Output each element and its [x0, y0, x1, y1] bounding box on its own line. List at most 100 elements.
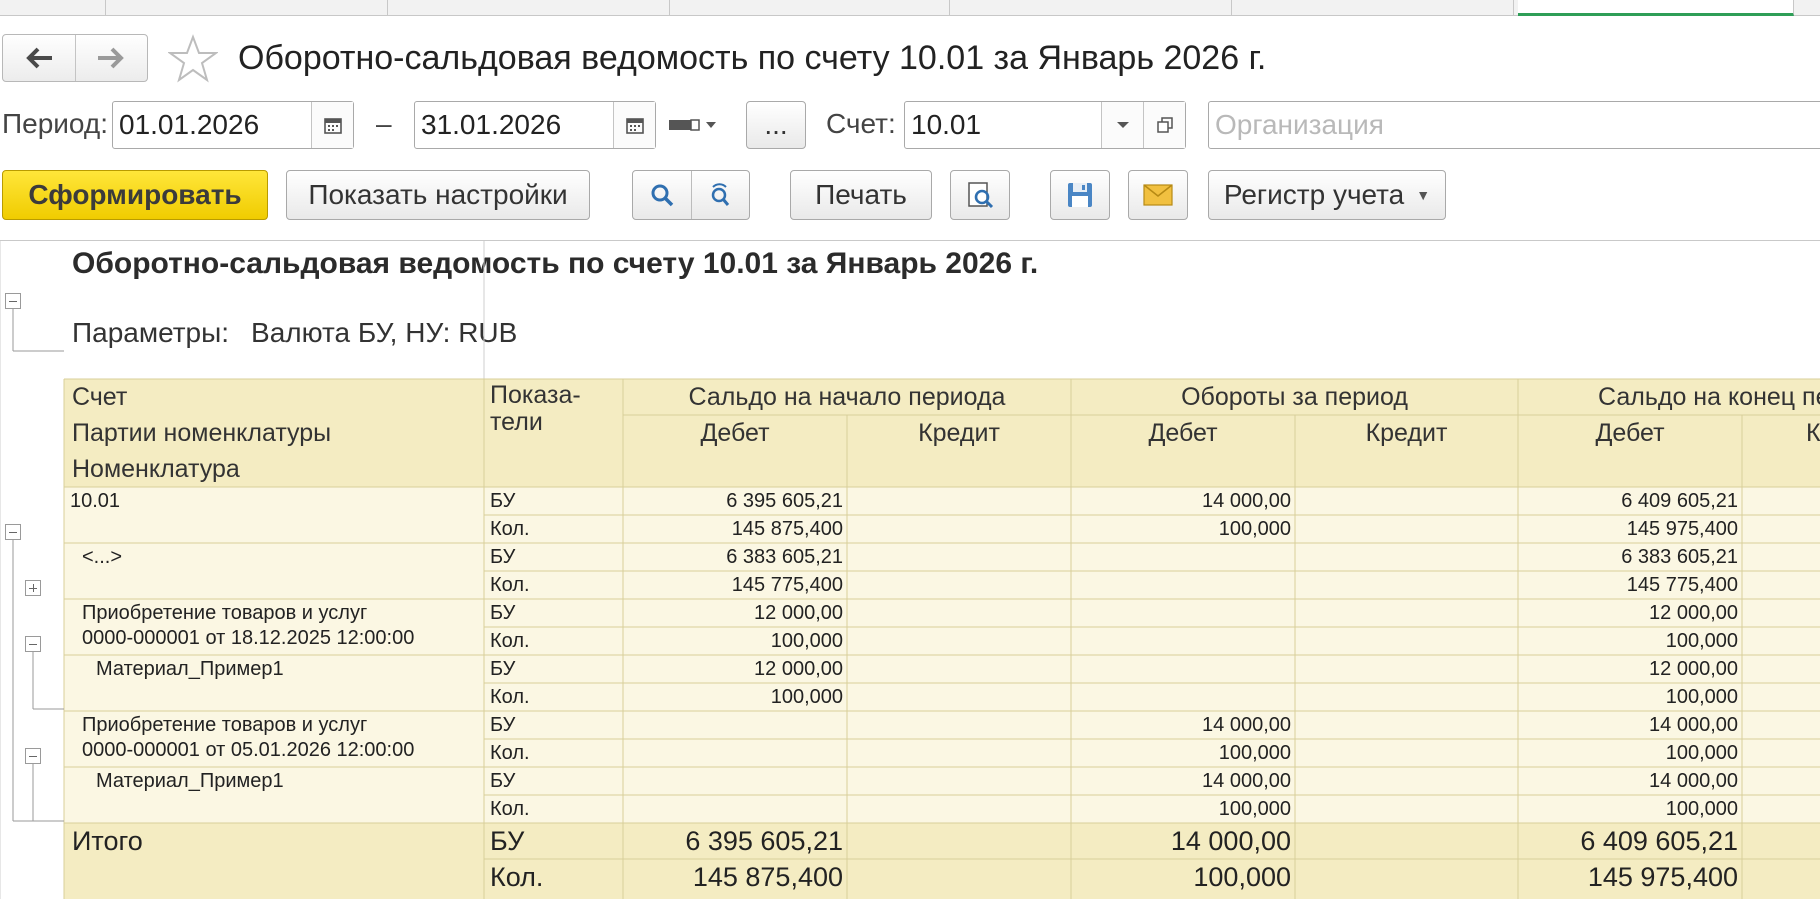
collapse-group-icon[interactable]	[5, 524, 21, 540]
window-tab-strip	[0, 0, 1820, 16]
row-name: Материал_Пример1	[96, 770, 284, 792]
row-name: Приобретение товаров и услуг	[82, 714, 368, 736]
header-debit: Дебет	[1148, 419, 1218, 447]
period-dash: –	[376, 108, 392, 139]
opening-debit-value: 6 383 605,21	[726, 546, 843, 568]
total-closing-debit: 6 409 605,21	[1580, 826, 1738, 856]
turnover-debit-value	[1071, 571, 1295, 599]
opening-debit-value	[623, 795, 847, 823]
total-indicator: Кол.	[490, 862, 544, 892]
period-select-button[interactable]: ...	[746, 101, 806, 149]
calendar-icon	[323, 118, 342, 134]
organization-field[interactable]: Организация	[1208, 101, 1820, 149]
chevron-down-icon: ▼	[1416, 187, 1431, 203]
opening-debit-value: 6 395 605,21	[726, 490, 843, 512]
turnover-debit-value: 14 000,00	[1202, 490, 1291, 512]
account-open-button[interactable]	[1143, 102, 1185, 148]
window-tab[interactable]	[388, 0, 670, 16]
window-tab[interactable]	[0, 0, 106, 16]
print-button[interactable]: Печать	[790, 170, 932, 220]
closing-debit-value: 6 383 605,21	[1621, 546, 1738, 568]
total-turnover-debit: 100,000	[1193, 862, 1291, 892]
total-turnover-debit: 14 000,00	[1170, 826, 1291, 856]
turnover-debit-value	[1071, 599, 1295, 627]
row-indicator: Кол.	[490, 686, 530, 708]
window-tab-active[interactable]	[1518, 0, 1794, 16]
window-tab[interactable]	[950, 0, 1232, 16]
collapse-header-icon[interactable]	[5, 293, 21, 309]
collapse-group-icon[interactable]	[25, 748, 41, 764]
window-tab[interactable]	[670, 0, 950, 16]
opening-debit-value: 145 875,400	[731, 518, 843, 540]
period-variant-dropdown[interactable]	[668, 112, 724, 138]
closing-debit-value: 6 409 605,21	[1621, 490, 1738, 512]
search-button[interactable]	[633, 171, 691, 219]
row-indicator: БУ	[490, 546, 516, 568]
arrow-left-icon	[25, 47, 52, 69]
collapse-group-icon[interactable]	[25, 636, 41, 652]
header-indicator: тели	[490, 408, 543, 436]
header-closing-balance: Сальдо на конец пе	[1598, 383, 1820, 411]
forward-button[interactable]	[74, 35, 148, 81]
turnover-debit-value	[1071, 543, 1295, 571]
floppy-disk-icon	[1068, 183, 1092, 207]
envelope-icon	[1143, 184, 1173, 206]
account-value[interactable]: 10.01	[905, 102, 1101, 148]
register-dropdown-button[interactable]: Регистр учета ▼	[1208, 170, 1446, 220]
total-closing-debit: 145 975,400	[1587, 862, 1738, 892]
header-nomenclature: Номенклатура	[72, 455, 240, 483]
opening-debit-value: 100,000	[770, 686, 843, 708]
window-tab[interactable]	[1232, 0, 1514, 16]
date-to-field[interactable]: 31.01.2026	[414, 101, 656, 149]
star-icon[interactable]	[168, 34, 218, 84]
row-indicator: БУ	[490, 770, 516, 792]
organization-placeholder[interactable]: Организация	[1209, 102, 1820, 148]
date-to-value[interactable]: 31.01.2026	[415, 102, 613, 148]
total-opening-debit: 6 395 605,21	[685, 826, 843, 856]
opening-debit-value: 145 775,400	[731, 574, 843, 596]
header-turnover: Обороты за период	[1181, 383, 1408, 411]
turnover-debit-value	[1071, 627, 1295, 655]
search-button-group	[632, 170, 750, 220]
show-settings-button[interactable]: Показать настройки	[286, 170, 590, 220]
period-label: Период:	[2, 108, 108, 139]
opening-debit-value: 100,000	[770, 630, 843, 652]
generate-button[interactable]: Сформировать	[2, 170, 268, 220]
turnover-debit-value: 14 000,00	[1202, 714, 1291, 736]
back-button[interactable]	[3, 35, 75, 81]
preview-button[interactable]	[950, 170, 1010, 220]
turnover-debit-value	[1071, 683, 1295, 711]
calendar-button[interactable]	[311, 102, 353, 148]
search-icon	[651, 184, 673, 207]
period-variant-icon	[669, 119, 700, 131]
header-debit: Дебет	[700, 419, 770, 447]
closing-debit-value: 100,000	[1665, 686, 1738, 708]
opening-debit-value	[623, 711, 847, 739]
cancel-search-button[interactable]	[690, 171, 750, 219]
save-button[interactable]	[1050, 170, 1110, 220]
account-label: Счет:	[826, 108, 896, 139]
send-email-button[interactable]	[1128, 170, 1188, 220]
header-debit: Дебет	[1595, 419, 1665, 447]
date-from-field[interactable]: 01.01.2026	[112, 101, 354, 149]
report-area[interactable]: Оборотно-сальдовая ведомость по счету 10…	[0, 240, 1820, 899]
closing-debit-value: 145 775,400	[1626, 574, 1738, 596]
account-dropdown-button[interactable]	[1101, 102, 1143, 148]
closing-debit-value: 14 000,00	[1649, 770, 1738, 792]
calendar-button[interactable]	[613, 102, 655, 148]
row-indicator: Кол.	[490, 518, 530, 540]
header-credit: Кредит	[1365, 419, 1448, 447]
row-indicator: БУ	[490, 490, 516, 512]
closing-debit-value: 12 000,00	[1649, 658, 1738, 680]
turnover-debit-value: 100,000	[1218, 798, 1291, 820]
total-opening-debit: 145 875,400	[692, 862, 843, 892]
print-preview-icon	[968, 182, 994, 209]
expand-group-icon[interactable]	[25, 580, 41, 596]
date-from-value[interactable]: 01.01.2026	[113, 102, 311, 148]
opening-debit-value: 12 000,00	[754, 602, 843, 624]
navigation-buttons	[2, 34, 148, 82]
window-tab[interactable]	[106, 0, 388, 16]
account-field[interactable]: 10.01	[904, 101, 1186, 149]
opening-debit-value	[623, 739, 847, 767]
opening-debit-value	[623, 767, 847, 795]
